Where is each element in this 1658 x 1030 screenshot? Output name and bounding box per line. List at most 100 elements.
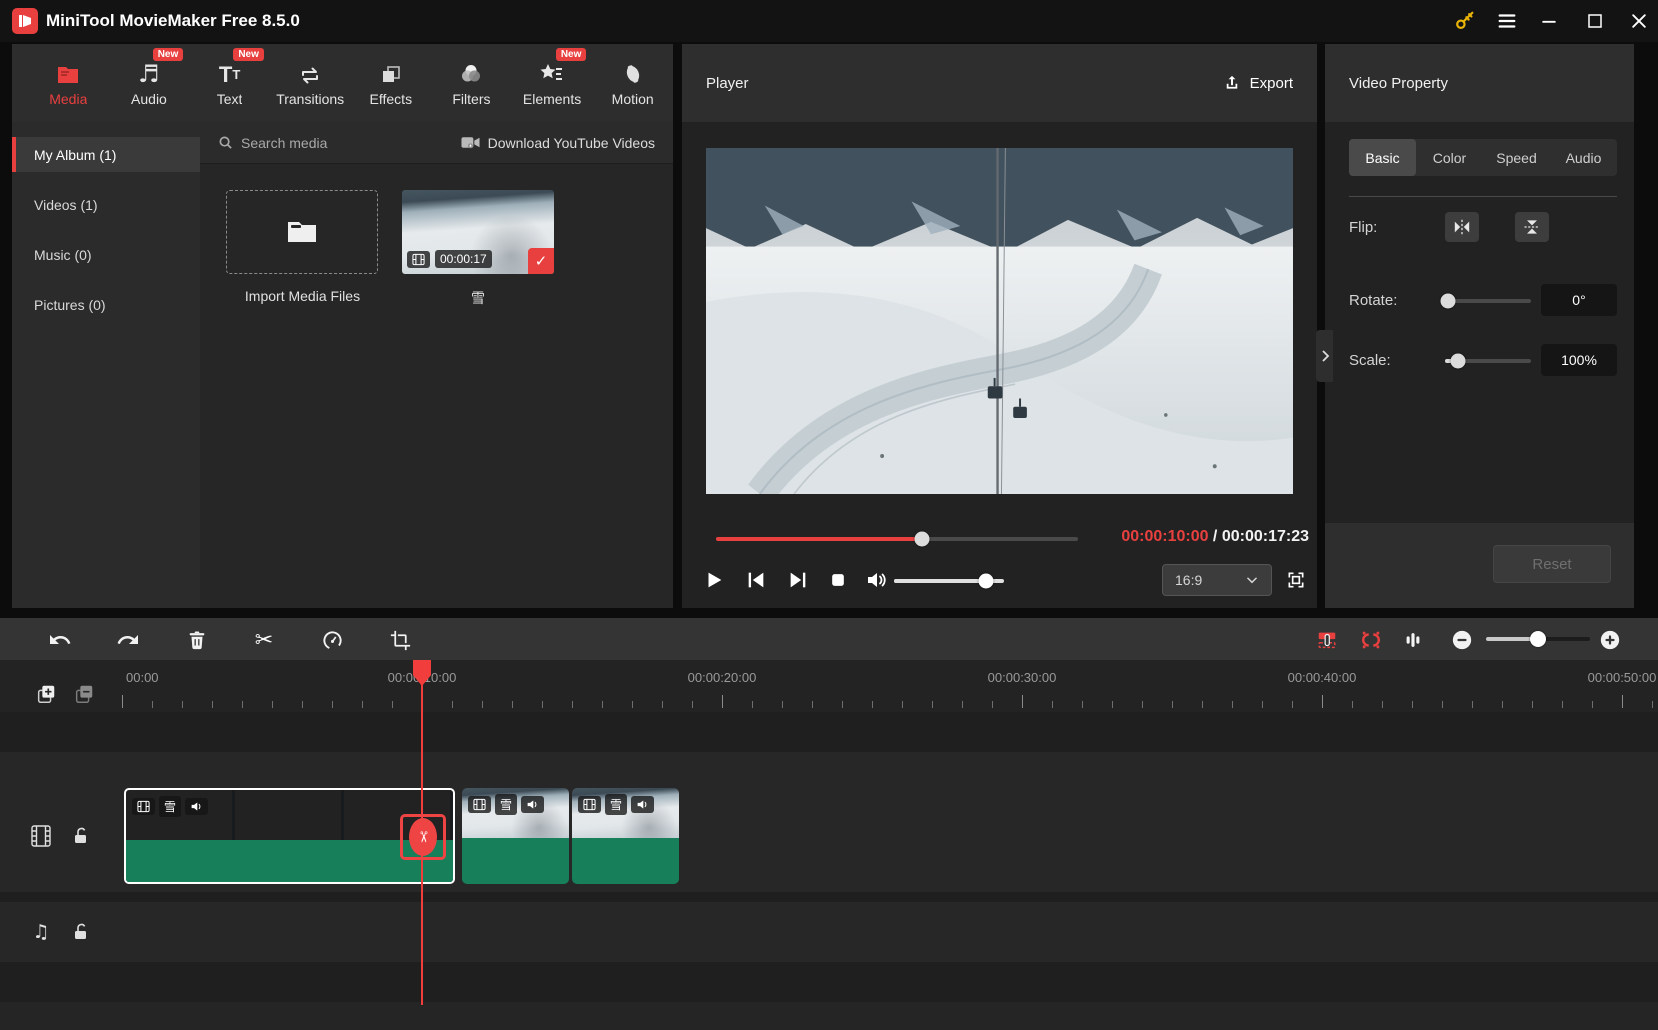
- ruler-tick: [362, 701, 363, 708]
- tab-speed[interactable]: Speed: [1483, 139, 1550, 176]
- tab-motion[interactable]: Motion: [592, 44, 673, 122]
- ruler-tick: [542, 701, 543, 708]
- tab-audio[interactable]: Audio: [1550, 139, 1617, 176]
- ruler-tick: [332, 701, 333, 708]
- property-footer: Reset: [1325, 523, 1634, 608]
- undo-button[interactable]: [46, 626, 74, 654]
- remove-track-button[interactable]: [72, 682, 96, 706]
- ruler-tick: [1202, 701, 1203, 708]
- next-frame-button[interactable]: [780, 562, 816, 598]
- split-button[interactable]: ✂: [250, 626, 278, 654]
- time-separator: /: [1208, 528, 1222, 545]
- rotate-value[interactable]: 0°: [1541, 284, 1617, 316]
- tab-basic[interactable]: Basic: [1349, 139, 1416, 176]
- video-preview[interactable]: [706, 148, 1293, 494]
- add-track-button[interactable]: [34, 682, 58, 706]
- timeline-ruler[interactable]: 00:0000:00:10:0000:00:20:0000:00:30:0000…: [0, 660, 1658, 712]
- new-badge: New: [233, 48, 264, 61]
- sidebar-item-music[interactable]: Music (0): [12, 237, 200, 272]
- seek-bar[interactable]: [716, 531, 1078, 547]
- new-badge: New: [555, 48, 587, 61]
- sidebar-item-pictures[interactable]: Pictures (0): [12, 287, 200, 322]
- media-thumbnail-snow[interactable]: 00:00:17 ✓: [402, 190, 554, 274]
- ruler-tick: [152, 701, 153, 708]
- tab-effects[interactable]: Effects: [351, 44, 432, 122]
- export-icon: [1223, 74, 1241, 92]
- zoom-in-button[interactable]: [1596, 626, 1624, 654]
- tab-audio[interactable]: New ♬ Audio: [109, 44, 190, 122]
- ruler-label: 00:00:30:00: [987, 670, 1057, 685]
- stop-button[interactable]: [820, 562, 856, 598]
- fullscreen-button[interactable]: [1282, 566, 1310, 594]
- scale-slider[interactable]: [1445, 353, 1531, 369]
- app-logo-icon: [12, 8, 38, 34]
- ruler-label: 00:00: [126, 670, 159, 685]
- redo-button[interactable]: [114, 626, 142, 654]
- play-button[interactable]: [696, 562, 732, 598]
- scale-label: Scale:: [1349, 352, 1391, 369]
- reset-button[interactable]: Reset: [1493, 545, 1611, 583]
- thumbnail-badges: 00:00:17: [407, 250, 492, 268]
- snow-scene: [706, 148, 1293, 494]
- tab-color[interactable]: Color: [1416, 139, 1483, 176]
- tab-elements[interactable]: New Elements: [512, 44, 593, 122]
- volume-slider[interactable]: [894, 573, 1004, 589]
- speed-button[interactable]: [318, 626, 346, 654]
- flip-vertical-button[interactable]: [1515, 212, 1549, 242]
- tab-filters[interactable]: Filters: [431, 44, 512, 122]
- aspect-ratio-select[interactable]: 16:9: [1162, 564, 1272, 596]
- volume-handle[interactable]: [978, 573, 994, 589]
- ruler-tick: [1472, 701, 1473, 708]
- sidebar-item-my-album[interactable]: My Album (1): [12, 137, 200, 172]
- ruler-tick: [242, 701, 243, 708]
- divider: [1349, 196, 1617, 197]
- timeline-zoom-slider[interactable]: [1486, 631, 1590, 647]
- flip-horizontal-button[interactable]: [1445, 212, 1479, 242]
- zoom-to-fit-icon[interactable]: [1399, 626, 1427, 654]
- video-track-icon: [28, 823, 54, 849]
- scale-value[interactable]: 100%: [1541, 344, 1617, 376]
- panel-collapse-handle[interactable]: [1316, 330, 1333, 382]
- tab-transitions[interactable]: Transitions: [270, 44, 351, 122]
- scale-handle[interactable]: [1450, 353, 1466, 369]
- text-icon: TT: [218, 61, 241, 87]
- folder-icon: [288, 222, 316, 242]
- track-mode-split-icon[interactable]: [1313, 626, 1341, 654]
- export-button[interactable]: Export: [1223, 74, 1293, 92]
- selected-check-icon: ✓: [528, 248, 554, 274]
- ruler-label: 00:00:40:00: [1287, 670, 1357, 685]
- volume-icon[interactable]: [858, 562, 894, 598]
- zoom-out-button[interactable]: [1448, 626, 1476, 654]
- minimize-button[interactable]: [1532, 0, 1566, 42]
- tab-media[interactable]: Media: [28, 44, 109, 122]
- rotate-handle[interactable]: [1440, 293, 1456, 309]
- audio-track-lock-icon[interactable]: [68, 919, 94, 945]
- import-media-dropzone[interactable]: [226, 190, 378, 274]
- maximize-button[interactable]: [1578, 0, 1612, 42]
- zoom-handle[interactable]: [1530, 631, 1546, 647]
- motion-ball-icon: [621, 60, 645, 86]
- ruler-tick: [752, 701, 753, 708]
- tab-text[interactable]: New TT Text: [189, 44, 270, 122]
- download-youtube-button[interactable]: Download YouTube Videos: [461, 135, 655, 151]
- license-key-icon[interactable]: [1448, 0, 1482, 42]
- track-snap-icon[interactable]: [1357, 626, 1385, 654]
- search-media-field[interactable]: Search media: [218, 135, 327, 151]
- rotate-slider[interactable]: [1440, 293, 1531, 309]
- timeline-clip-3[interactable]: 雪: [572, 788, 679, 884]
- seek-handle[interactable]: [914, 531, 930, 547]
- close-button[interactable]: [1622, 0, 1656, 42]
- previous-frame-button[interactable]: [738, 562, 774, 598]
- video-track-lock-icon[interactable]: [68, 823, 94, 849]
- media-search-row: Search media Download YouTube Videos: [200, 122, 673, 164]
- ruler-tick: [302, 701, 303, 708]
- split-cursor-indicator[interactable]: ✂: [400, 814, 446, 860]
- ruler-tick: [602, 701, 603, 708]
- timeline-clip-2[interactable]: 雪: [462, 788, 569, 884]
- delete-button[interactable]: [183, 626, 211, 654]
- sidebar-item-videos[interactable]: Videos (1): [12, 187, 200, 222]
- crop-button[interactable]: [386, 626, 414, 654]
- menu-hamburger-icon[interactable]: [1490, 0, 1524, 42]
- audio-notes-icon: ♬: [138, 59, 160, 88]
- clip-duration-badge: 00:00:17: [435, 250, 492, 268]
